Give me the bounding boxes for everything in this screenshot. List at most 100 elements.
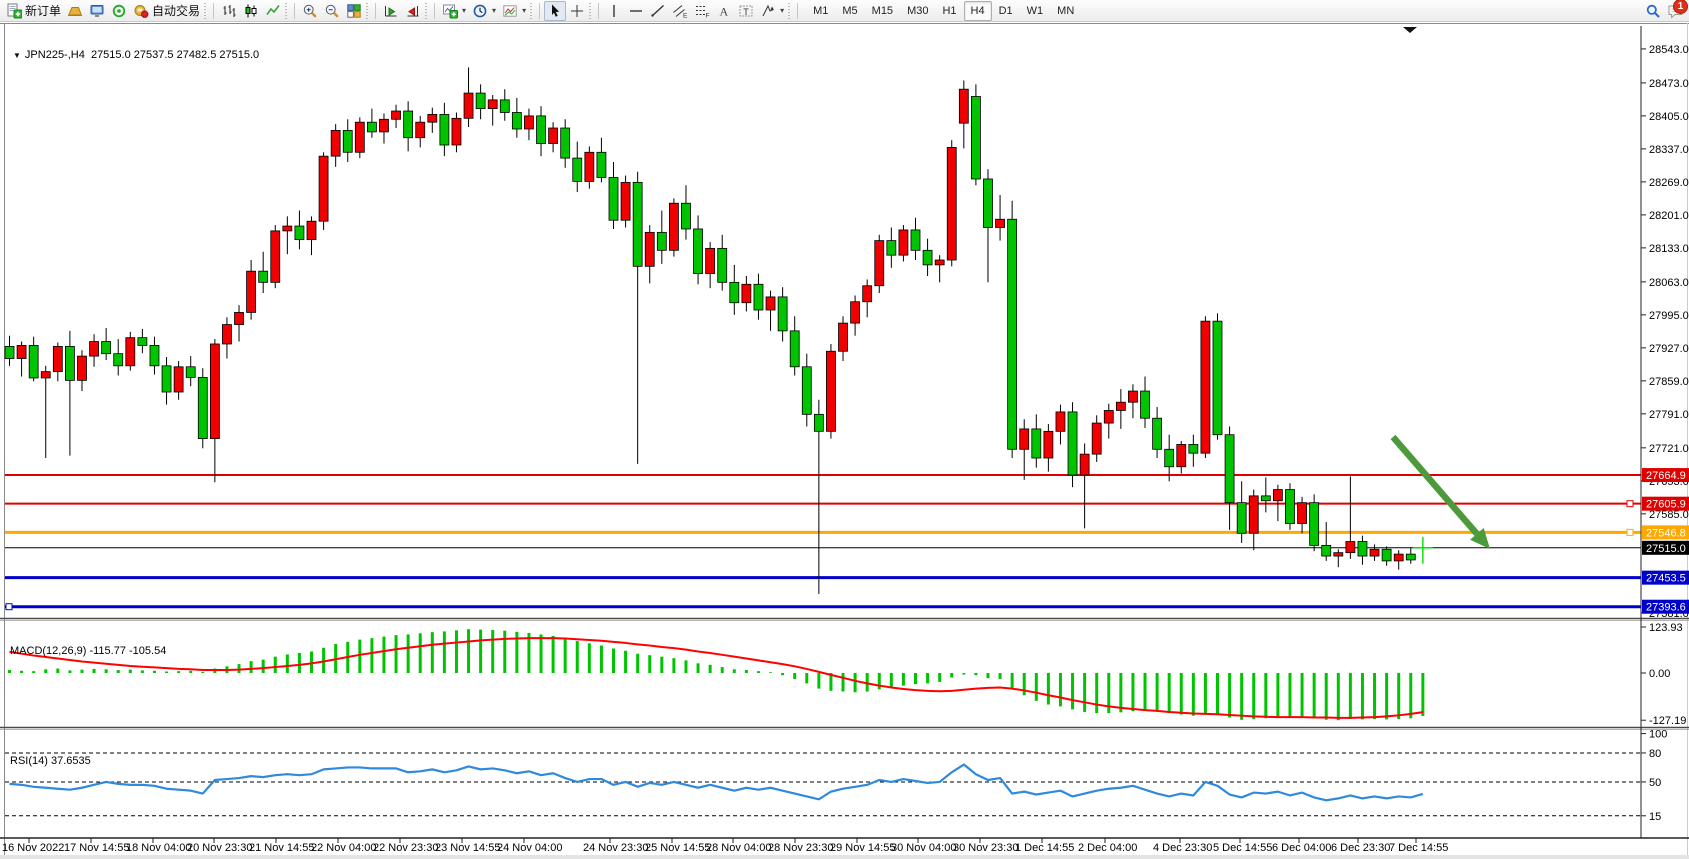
auto-trading-label: 自动交易 — [152, 2, 200, 19]
time-tick-label: 6 Dec 23:30 — [1331, 842, 1390, 854]
timeframe-toolbar: M1M5M15M30H1H4D1W1MN — [806, 1, 1081, 21]
time-tick-label: 30 Nov 23:30 — [953, 842, 1018, 854]
vertical-line-icon — [606, 3, 622, 19]
time-tick-label: 22 Nov 23:30 — [373, 842, 438, 854]
tile-windows-button[interactable] — [343, 1, 365, 21]
price-tick-label: 28405.0 — [1649, 111, 1689, 123]
time-tick-label: 20 Nov 23:30 — [187, 842, 252, 854]
rsi-tick-label: 80 — [1649, 748, 1661, 760]
search-button[interactable] — [1642, 1, 1664, 21]
macd-tick-label: 0.00 — [1649, 668, 1670, 680]
price-tick-label: 28133.0 — [1649, 243, 1689, 255]
price-level-badge: 27605.9 — [1642, 497, 1689, 511]
chat-icon: 1 — [1667, 3, 1683, 19]
price-tick-label: 27791.0 — [1649, 409, 1689, 421]
bar-chart-button[interactable] — [218, 1, 240, 21]
timeframe-m30-button[interactable]: M30 — [900, 1, 935, 21]
equidistant-channel-button[interactable]: E — [669, 1, 691, 21]
toolbar-group-grip — [285, 3, 287, 19]
chart-shift-button[interactable] — [402, 1, 424, 21]
periods-icon — [472, 3, 488, 19]
timeframe-m15-button[interactable]: M15 — [865, 1, 900, 21]
svg-text:27664.9: 27664.9 — [1646, 470, 1686, 482]
charts-profile-button[interactable] — [64, 1, 86, 21]
text-label-button[interactable]: T — [735, 1, 757, 21]
level-line-handle[interactable] — [1627, 501, 1633, 507]
zoom-in-button[interactable] — [299, 1, 321, 21]
price-tick-label: 27927.0 — [1649, 343, 1689, 355]
timeframe-m1-button[interactable]: M1 — [806, 1, 835, 21]
chat-button[interactable]: 1 — [1664, 1, 1686, 21]
price-tick-label: 28063.0 — [1649, 277, 1689, 289]
timeframe-h1-button[interactable]: H1 — [935, 1, 963, 21]
level-line-handle[interactable] — [6, 604, 12, 610]
search-icon — [1645, 3, 1661, 19]
chart-canvas[interactable]: 28543.028473.028405.028337.028269.028201… — [0, 22, 1689, 859]
auto-scroll-button[interactable] — [380, 1, 402, 21]
chart-title: ▼ JPN225-,H4 27515.0 27537.5 27482.5 2751… — [13, 49, 259, 61]
time-tick-label: 4 Dec 23:30 — [1153, 842, 1212, 854]
notification-badge: 1 — [1673, 0, 1688, 14]
toolbar-separator — [294, 3, 295, 19]
chart-window[interactable]: 28543.028473.028405.028337.028269.028201… — [0, 22, 1689, 859]
trendline-icon — [650, 3, 666, 19]
periods-button[interactable]: ▾ — [469, 1, 499, 21]
toolbar-group-grip — [530, 3, 532, 19]
time-tick-label: 29 Nov 14:55 — [830, 842, 895, 854]
arrows-button[interactable]: ▾ — [757, 1, 787, 21]
time-tick-label: 6 Dec 04:00 — [1272, 842, 1331, 854]
timeframe-m5-button[interactable]: M5 — [835, 1, 864, 21]
fibonacci-button[interactable]: F — [691, 1, 713, 21]
equidistant-channel-icon: E — [672, 3, 688, 19]
chevron-down-icon: ▼ — [13, 51, 21, 60]
rsi-tick-label: 50 — [1649, 777, 1661, 789]
zoom-out-icon — [324, 3, 340, 19]
charts-profile-icon — [67, 3, 83, 19]
horizontal-line-icon — [628, 3, 644, 19]
dropdown-arrow-icon: ▾ — [522, 6, 526, 15]
trendline-button[interactable] — [647, 1, 669, 21]
price-level-badge: 27453.5 — [1642, 571, 1689, 585]
new-order-button[interactable]: 新订单 — [3, 1, 64, 21]
timeframe-d1-button[interactable]: D1 — [992, 1, 1020, 21]
time-tick-label: 21 Nov 14:55 — [249, 842, 314, 854]
zoom-out-button[interactable] — [321, 1, 343, 21]
time-tick-label: 28 Nov 23:30 — [768, 842, 833, 854]
candlestick-chart-button[interactable] — [240, 1, 262, 21]
toolbar-separator — [434, 3, 435, 19]
time-tick-label: 23 Nov 14:55 — [435, 842, 500, 854]
cursor-button[interactable] — [544, 1, 566, 21]
chart-shift-icon — [405, 3, 421, 19]
line-chart-button[interactable] — [262, 1, 284, 21]
new-order-icon — [6, 3, 22, 19]
market-watch-button[interactable] — [86, 1, 108, 21]
navigator-icon — [111, 3, 127, 19]
bar-chart-icon — [221, 3, 237, 19]
new-chart-button[interactable]: ▾ — [439, 1, 469, 21]
time-tick-label: 2 Dec 04:00 — [1078, 842, 1137, 854]
horizontal-line-button[interactable] — [625, 1, 647, 21]
macd-tick-label: 123.93 — [1649, 622, 1683, 634]
time-tick-label: 24 Nov 23:30 — [583, 842, 648, 854]
svg-text:27605.9: 27605.9 — [1646, 499, 1686, 511]
rsi-tick-label: 15 — [1649, 811, 1661, 823]
rsi-indicator-label: RSI(14) 37.6535 — [10, 755, 91, 767]
dropdown-arrow-icon: ▾ — [462, 6, 466, 15]
chart-title-text: JPN225-,H4 27515.0 27537.5 27482.5 27515… — [25, 49, 259, 61]
navigator-button[interactable] — [108, 1, 130, 21]
price-tick-label: 28269.0 — [1649, 177, 1689, 189]
time-tick-label: 30 Nov 04:00 — [891, 842, 956, 854]
timeframe-mn-button[interactable]: MN — [1050, 1, 1081, 21]
vertical-line-button[interactable] — [603, 1, 625, 21]
timeframe-h4-button[interactable]: H4 — [964, 1, 992, 21]
crosshair-icon — [569, 3, 585, 19]
toolbar-group-grip — [788, 3, 790, 19]
text-button[interactable]: A — [713, 1, 735, 21]
timeframe-w1-button[interactable]: W1 — [1020, 1, 1051, 21]
zoom-in-icon — [302, 3, 318, 19]
crosshair-button[interactable] — [566, 1, 588, 21]
templates-button[interactable]: ▾ — [499, 1, 529, 21]
auto-trading-button[interactable]: 自动交易 — [130, 1, 203, 21]
level-line-handle[interactable] — [1627, 529, 1633, 535]
price-tick-label: 28201.0 — [1649, 210, 1689, 222]
